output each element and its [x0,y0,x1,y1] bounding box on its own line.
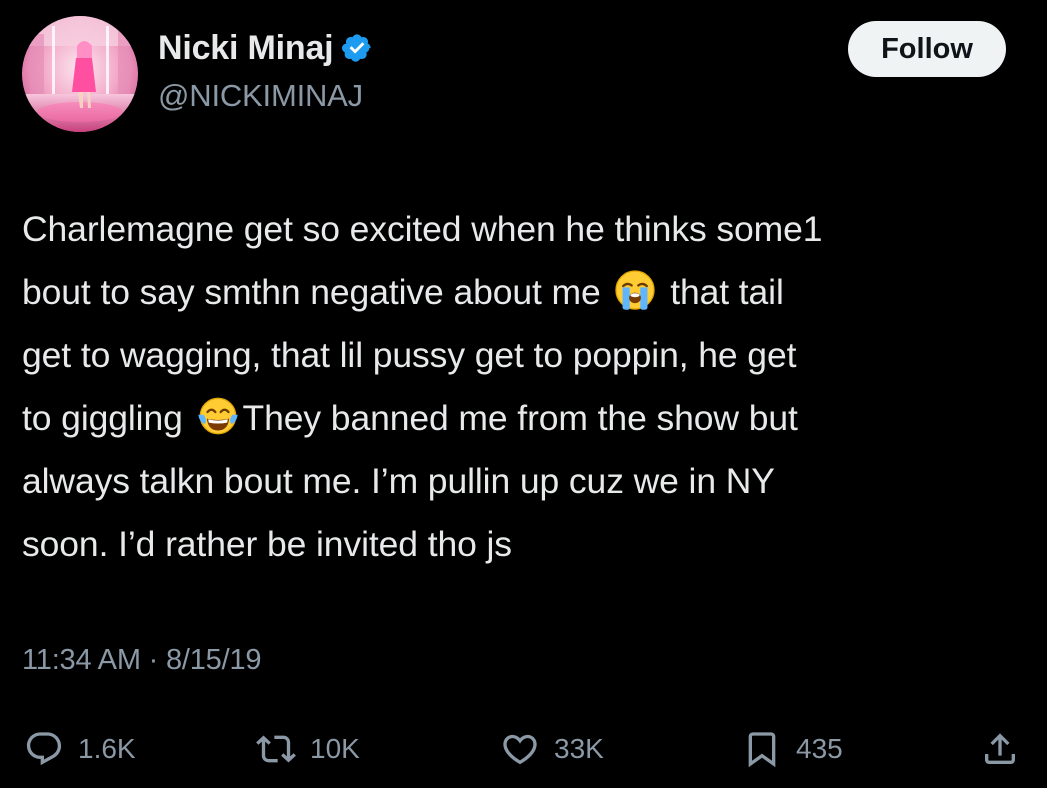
tweet-line-4: to giggling They banned me from the show… [22,387,1032,450]
author-name-row: Nicki Minaj [158,26,373,70]
reply-count: 1.6K [78,733,136,764]
tweet-actions-bar: 1.6K 10K 33K 435 [0,724,1047,774]
author-avatar[interactable] [22,16,138,132]
author-handle[interactable]: @NICKIMINAJ [158,78,363,114]
tweet-line-1: Charlemagne get so excited when he think… [22,209,823,249]
tweet-line-2: bout to say smthn negative about me that… [22,261,1032,324]
tweet-text: Charlemagne get so excited when he think… [22,198,1032,576]
follow-button[interactable]: Follow [848,21,1006,77]
timestamp-separator: · [148,644,159,676]
tweet-line-5: always talkn bout me. I’m pullin up cuz … [22,461,775,501]
avatar-image [22,16,138,132]
face-with-tears-of-joy-emoji-icon [197,397,238,435]
tweet-date: 8/15/19 [165,644,262,676]
tweet-timestamp[interactable]: 11:34 AM · 8/15/19 [22,644,262,677]
bookmark-count: 435 [796,733,843,764]
reply-icon [26,732,62,766]
tweet-card: Nicki Minaj @NICKIMINAJ Follow Charlemag… [0,0,1047,788]
retweet-icon [256,735,296,763]
share-button[interactable] [980,724,1020,774]
bookmark-icon [748,732,776,768]
retweet-count: 10K [310,733,360,764]
author-display-name[interactable]: Nicki Minaj [158,29,334,68]
verified-badge-icon [342,34,372,62]
reply-button[interactable]: 1.6K [24,724,136,774]
like-count: 33K [554,733,604,764]
tweet-line-6: soon. I’d rather be invited tho js [22,524,512,564]
heart-icon [503,734,537,765]
loudly-crying-face-emoji-icon [615,270,656,310]
tweet-time: 11:34 AM [22,644,141,676]
bookmark-button[interactable]: 435 [742,724,843,774]
retweet-button[interactable]: 10K [256,724,360,774]
share-icon [985,733,1015,764]
like-button[interactable]: 33K [500,724,604,774]
tweet-line-3: get to wagging, that lil pussy get to po… [22,335,797,375]
